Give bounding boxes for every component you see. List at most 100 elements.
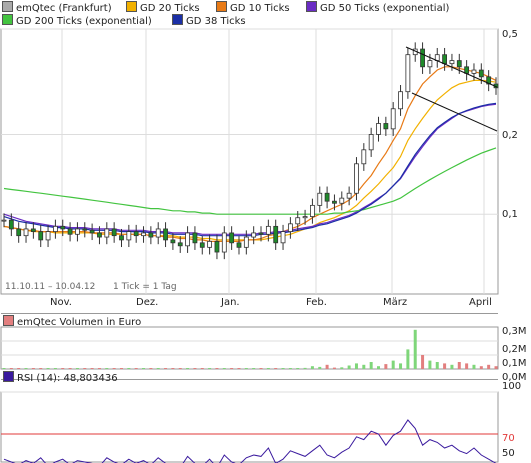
candle-body [23,228,29,237]
volume-bar [171,368,175,369]
candle-body [346,192,352,199]
volume-bar [142,368,146,369]
volume-bar [362,364,366,369]
xtick-maerz: März [383,297,407,308]
volume-bar [318,366,322,369]
xtick-feb: Feb. [306,297,327,308]
candle-body [449,60,455,65]
candle-body [478,69,484,78]
rsi-ytick-70: 70 [502,433,515,444]
candle-body [170,239,176,244]
volume-bar [391,360,395,369]
volume-swatch [3,315,14,326]
candle-body [60,225,66,230]
candle-body [354,163,359,194]
candle-body [280,231,286,244]
candle-body [133,231,139,237]
volume-bar [186,368,190,369]
volume-bar [97,368,101,369]
candle-body [155,228,161,238]
price-panel-frame [0,28,499,295]
candle-body [192,232,198,244]
volume-bar [325,364,329,369]
volume-bar [259,368,263,369]
candle-body [427,60,433,68]
volume-bar [200,368,204,369]
volume-bar [230,368,234,369]
volume-bar [134,368,138,369]
candle-body [199,242,205,248]
xtick-april: April [469,297,492,308]
volume-bar [193,368,197,369]
volume-bar [164,368,168,369]
volume-bar [252,368,256,369]
candle-body [38,231,44,241]
volume-bar [465,363,469,369]
candle-body [214,240,220,253]
date-range-label: 11.10.11 – 10.04.12 [5,282,95,292]
candle-body [295,217,301,225]
candle-body [163,228,168,241]
volume-bar [457,362,461,369]
candle-body [126,231,132,241]
price-ytick-05: 0,5 [502,29,518,40]
stock-chart: 0,5 0,2 0,1 11.10.11 – 10.04.12 1 Tick =… [0,28,527,463]
candle-body [1,219,7,222]
volume-bar [9,368,13,369]
volume-separator [1,313,498,314]
xtick-jan: Jan. [220,297,240,308]
volume-bar [369,362,373,369]
volume-bar [274,368,278,369]
volume-bar [443,363,447,369]
candle-body [456,60,462,68]
candle-body [75,228,80,235]
candle-body [97,232,102,238]
candle-body [45,231,51,241]
tick-info-label: 1 Tick = 1 Tag [113,282,177,292]
candle-body [148,232,154,238]
volume-bar [105,368,109,369]
candle-body [30,228,36,232]
candle-body [8,219,14,230]
candle-body [89,229,95,234]
volume-bar [288,368,292,369]
volume-bar [384,364,388,369]
candle-body [368,134,374,151]
volume-bar [347,365,351,369]
volume-bar [156,368,160,369]
vol-ytick-01: 0,1M [502,358,527,369]
volume-bar [413,329,417,369]
candle-body [53,225,58,232]
candle-body [464,66,470,74]
volume-bar [46,368,50,369]
candle-body [376,123,381,135]
candle-body [332,200,337,204]
volume-panel-title: emQtec Volumen in Euro [3,315,141,328]
volume-bar [435,362,439,369]
volume-bar [39,368,43,369]
volume-bar [310,366,314,369]
candle-body [221,232,227,253]
candle-body [229,232,235,244]
candle-body [265,225,271,235]
rsi-panel-frame [0,391,499,463]
volume-bar [31,368,35,369]
volume-bar [340,367,344,369]
candle-body [398,91,403,110]
volume-bar [479,366,483,369]
candle-body [141,232,146,237]
xtick-nov: Nov. [50,297,72,308]
volume-bar [399,363,403,369]
candle-body [119,235,124,241]
volume-bar [450,364,454,369]
candle-body [361,149,367,165]
candle-body [185,232,190,247]
volume-bar [332,367,336,369]
candle-body [390,108,396,130]
volume-bar [208,368,212,369]
volume-bar [178,368,182,369]
volume-bar [354,363,358,369]
vol-ytick-03: 0,3M [502,326,527,337]
volume-bar [281,368,285,369]
volume-bar [215,368,219,369]
